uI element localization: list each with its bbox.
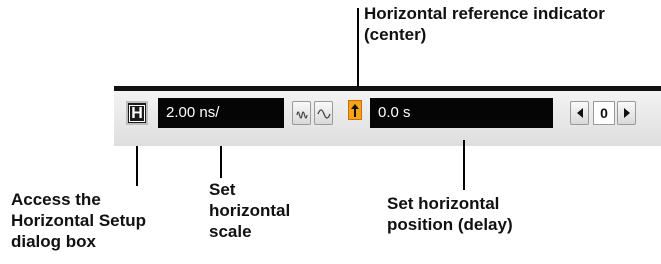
callout-access-setup: Access the Horizontal Setup dialog box	[11, 189, 146, 252]
normal-waveform-button[interactable]	[314, 101, 333, 125]
horizontal-scale-field[interactable]: 2.00 ns/	[158, 98, 284, 128]
callout-line: Set	[209, 180, 236, 199]
leader-line-scale	[220, 146, 222, 178]
leader-line-setup	[136, 146, 138, 186]
horizontal-setup-icon: H	[129, 104, 145, 122]
callout-line: (center)	[364, 25, 427, 44]
delay-decrement-button[interactable]	[570, 101, 589, 125]
callout-set-position: Set horizontal position (delay)	[387, 193, 513, 235]
callout-set-scale: Set horizontal scale	[209, 179, 290, 242]
horizontal-position-field[interactable]: 0.0 s	[370, 98, 553, 128]
leader-line-reference	[357, 8, 359, 88]
callout-line: Horizontal reference indicator	[364, 4, 605, 23]
leader-line-position	[463, 140, 465, 190]
callout-line: Horizontal Setup	[11, 211, 147, 230]
delay-increment-button[interactable]	[617, 101, 636, 125]
callout-line: dialog box	[11, 232, 96, 251]
callout-line: position (delay)	[387, 215, 513, 234]
callout-line: horizontal	[209, 201, 291, 220]
callout-line: Set horizontal	[387, 194, 500, 213]
left-arrow-icon	[576, 108, 583, 118]
right-arrow-icon	[623, 108, 630, 118]
horizontal-toolbar: H 2.00 ns/ 0.0 s 0	[114, 86, 661, 146]
horizontal-reference-indicator[interactable]	[348, 100, 362, 120]
zoom-waveform-button[interactable]	[292, 101, 311, 125]
reference-arrow-icon	[351, 104, 359, 117]
callout-line: scale	[209, 222, 252, 241]
horizontal-setup-button[interactable]: H	[126, 101, 148, 125]
callout-line: Access the	[11, 190, 101, 209]
normal-waveform-icon	[316, 109, 331, 119]
delay-step-value[interactable]: 0	[593, 101, 615, 125]
callout-reference-indicator: Horizontal reference indicator (center)	[364, 3, 605, 45]
zoom-waveform-icon	[295, 111, 308, 119]
